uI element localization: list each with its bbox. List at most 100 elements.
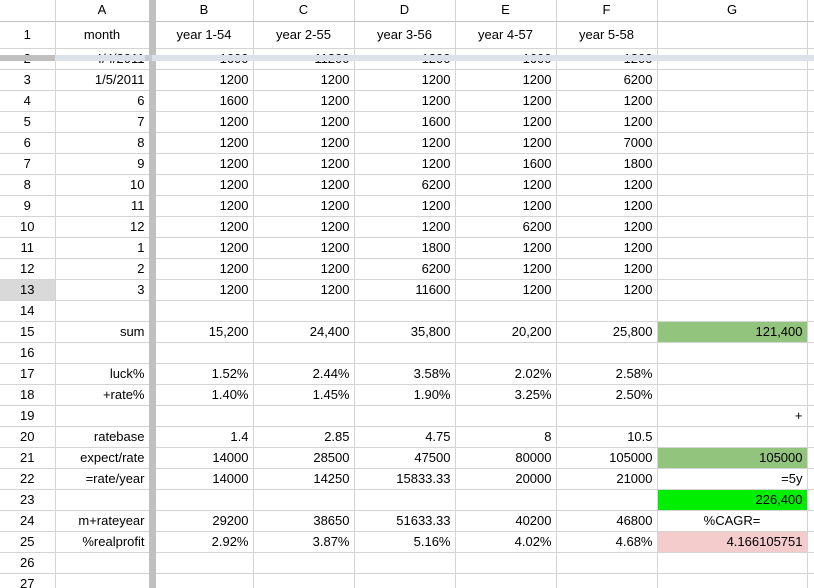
cell-H1[interactable] xyxy=(807,21,814,49)
cell-B7[interactable]: 1200 xyxy=(152,153,254,175)
cell-A1[interactable]: month xyxy=(55,21,156,49)
cell-H17[interactable] xyxy=(807,363,814,385)
cell-D3[interactable]: 1200 xyxy=(354,69,456,91)
cell-B27[interactable] xyxy=(152,573,254,588)
cell-B19[interactable] xyxy=(152,405,254,427)
cell-C27[interactable] xyxy=(253,573,355,588)
column-header-d[interactable]: D xyxy=(354,0,456,22)
cell-D23[interactable] xyxy=(354,489,456,511)
cell-F15[interactable]: 25,800 xyxy=(556,321,658,343)
cell-E25[interactable]: 4.02% xyxy=(455,531,557,553)
column-header-b[interactable]: B xyxy=(152,0,254,22)
cell-F16[interactable] xyxy=(556,342,658,364)
cell-G21[interactable]: 105000 xyxy=(657,447,808,469)
cell-B1[interactable]: year 1-54 xyxy=(152,21,254,49)
cell-F26[interactable] xyxy=(556,552,658,574)
row-header-9[interactable]: 9 xyxy=(0,195,56,217)
cell-D2[interactable]: 1200 xyxy=(354,48,456,70)
cell-G23[interactable]: 226,400 xyxy=(657,489,808,511)
cell-F9[interactable]: 1200 xyxy=(556,195,658,217)
cell-A3[interactable]: 1/5/2011 xyxy=(55,69,156,91)
cell-D9[interactable]: 1200 xyxy=(354,195,456,217)
cell-G17[interactable] xyxy=(657,363,808,385)
cell-D4[interactable]: 1200 xyxy=(354,90,456,112)
cell-C6[interactable]: 1200 xyxy=(253,132,355,154)
cell-G3[interactable] xyxy=(657,69,808,91)
cell-D19[interactable] xyxy=(354,405,456,427)
cell-A5[interactable]: 7 xyxy=(55,111,156,133)
row-header-17[interactable]: 17 xyxy=(0,363,56,385)
cell-E19[interactable] xyxy=(455,405,557,427)
cell-H23[interactable] xyxy=(807,489,814,511)
cell-G1[interactable] xyxy=(657,21,808,49)
cell-E16[interactable] xyxy=(455,342,557,364)
cell-D1[interactable]: year 3-56 xyxy=(354,21,456,49)
cell-H13[interactable] xyxy=(807,279,814,301)
cell-B17[interactable]: 1.52% xyxy=(152,363,254,385)
cell-F25[interactable]: 4.68% xyxy=(556,531,658,553)
cell-E21[interactable]: 80000 xyxy=(455,447,557,469)
cell-E1[interactable]: year 4-57 xyxy=(455,21,557,49)
cell-A11[interactable]: 1 xyxy=(55,237,156,259)
cell-H7[interactable] xyxy=(807,153,814,175)
cell-H4[interactable] xyxy=(807,90,814,112)
cell-H20[interactable] xyxy=(807,426,814,448)
select-all-corner[interactable] xyxy=(0,0,56,22)
cell-D11[interactable]: 1800 xyxy=(354,237,456,259)
cell-G16[interactable] xyxy=(657,342,808,364)
cell-A18[interactable]: +rate% xyxy=(55,384,156,406)
row-header-23[interactable]: 23 xyxy=(0,489,56,511)
cell-G14[interactable] xyxy=(657,300,808,322)
cell-D26[interactable] xyxy=(354,552,456,574)
cell-C2[interactable]: 11200 xyxy=(253,48,355,70)
cell-E22[interactable]: 20000 xyxy=(455,468,557,490)
cell-H15[interactable] xyxy=(807,321,814,343)
row-header-25[interactable]: 25 xyxy=(0,531,56,553)
cell-F10[interactable]: 1200 xyxy=(556,216,658,238)
cell-C9[interactable]: 1200 xyxy=(253,195,355,217)
cell-H9[interactable] xyxy=(807,195,814,217)
cell-B26[interactable] xyxy=(152,552,254,574)
cell-G19[interactable]: + xyxy=(657,405,808,427)
cell-C15[interactable]: 24,400 xyxy=(253,321,355,343)
cell-F19[interactable] xyxy=(556,405,658,427)
column-header-h[interactable] xyxy=(807,0,814,22)
sheet-body[interactable]: 1 month year 1-54 year 2-55 year 3-56 year 4-… xyxy=(0,21,814,588)
cell-E3[interactable]: 1200 xyxy=(455,69,557,91)
cell-E12[interactable]: 1200 xyxy=(455,258,557,280)
column-header-c[interactable]: C xyxy=(253,0,355,22)
cell-G6[interactable] xyxy=(657,132,808,154)
row-header-19[interactable]: 19 xyxy=(0,405,56,427)
cell-C13[interactable]: 1200 xyxy=(253,279,355,301)
cell-F4[interactable]: 1200 xyxy=(556,90,658,112)
cell-D14[interactable] xyxy=(354,300,456,322)
cell-F14[interactable] xyxy=(556,300,658,322)
cell-E17[interactable]: 2.02% xyxy=(455,363,557,385)
spreadsheet-grid[interactable]: ABCDEFG 1 month year 1-54 year 2-55 year 3-5… xyxy=(0,0,814,588)
cell-B6[interactable]: 1200 xyxy=(152,132,254,154)
cell-G2[interactable] xyxy=(657,48,808,70)
cell-A20[interactable]: ratebase xyxy=(55,426,156,448)
row-header-21[interactable]: 21 xyxy=(0,447,56,469)
cell-H14[interactable] xyxy=(807,300,814,322)
cell-A14[interactable] xyxy=(55,300,156,322)
cell-D25[interactable]: 5.16% xyxy=(354,531,456,553)
cell-G18[interactable] xyxy=(657,384,808,406)
cell-G9[interactable] xyxy=(657,195,808,217)
cell-C4[interactable]: 1200 xyxy=(253,90,355,112)
cell-E11[interactable]: 1200 xyxy=(455,237,557,259)
cell-G12[interactable] xyxy=(657,258,808,280)
cell-A22[interactable]: =rate/year xyxy=(55,468,156,490)
cell-B4[interactable]: 1600 xyxy=(152,90,254,112)
row-header-27[interactable]: 27 xyxy=(0,573,56,588)
cell-F3[interactable]: 6200 xyxy=(556,69,658,91)
row-header-18[interactable]: 18 xyxy=(0,384,56,406)
cell-D7[interactable]: 1200 xyxy=(354,153,456,175)
cell-E14[interactable] xyxy=(455,300,557,322)
cell-G26[interactable] xyxy=(657,552,808,574)
row-header-12[interactable]: 12 xyxy=(0,258,56,280)
cell-A26[interactable] xyxy=(55,552,156,574)
column-header-a[interactable]: A xyxy=(55,0,156,22)
cell-E18[interactable]: 3.25% xyxy=(455,384,557,406)
cell-B18[interactable]: 1.40% xyxy=(152,384,254,406)
